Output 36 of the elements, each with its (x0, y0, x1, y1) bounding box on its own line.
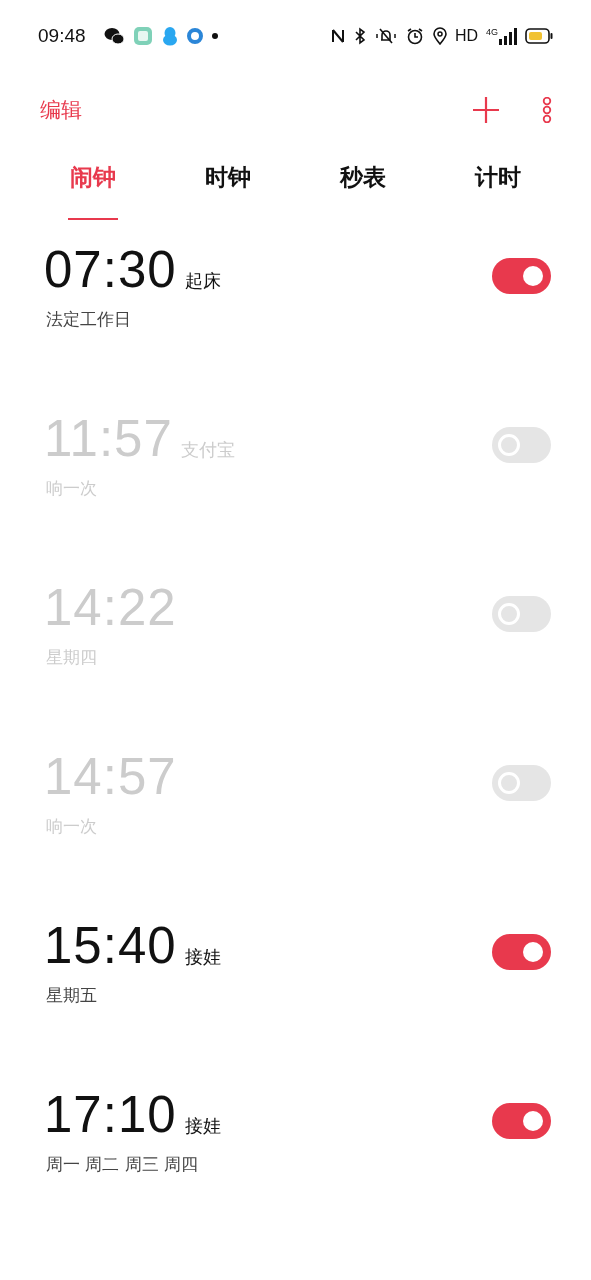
tab[interactable]: 计时 (430, 148, 565, 220)
chat-bubbles-icon (103, 27, 124, 45)
toggle-switch[interactable] (492, 1103, 551, 1139)
ring-icon (186, 28, 203, 44)
bluetooth-icon (353, 27, 366, 45)
rounded-square-icon (132, 26, 153, 46)
alarm-repeat: 周一 周二 周三 周四 (45, 1153, 200, 1176)
dot-icon (211, 33, 218, 39)
battery-icon (525, 28, 553, 44)
alarm-repeat: 星期五 (45, 984, 98, 1007)
alarm-time: 07:30 (44, 240, 177, 300)
tab[interactable]: 时钟 (160, 148, 296, 220)
clock-time: 09:48 (38, 25, 86, 47)
tab[interactable]: 秒表 (295, 148, 431, 220)
network-type-label: 4G (486, 27, 498, 37)
penguin-icon (161, 26, 178, 46)
signal-icon (499, 27, 517, 45)
toggle-switch[interactable] (492, 765, 551, 801)
alarm-label: 接娃 (184, 945, 221, 969)
nfc-icon (330, 27, 345, 45)
alarm-time: 17:10 (44, 1085, 177, 1145)
plus-icon[interactable] (471, 95, 501, 125)
toggle-switch[interactable] (492, 596, 551, 632)
alarm-time: 15:40 (44, 916, 177, 976)
more-icon[interactable] (541, 97, 553, 123)
edit-link[interactable]: 编辑 (40, 96, 82, 124)
alarm-repeat: 法定工作日 (45, 308, 132, 331)
toggle-switch[interactable] (492, 258, 551, 294)
muted-bell-icon (374, 27, 397, 45)
alarm-clock-icon (405, 27, 424, 45)
toggle-switch[interactable] (492, 934, 551, 970)
alarm-label: 起床 (184, 269, 221, 293)
alarm-label: 接娃 (184, 1114, 221, 1138)
toggle-switch[interactable] (492, 427, 551, 463)
network-label: HD (454, 27, 478, 45)
location-pin-icon (432, 27, 447, 45)
